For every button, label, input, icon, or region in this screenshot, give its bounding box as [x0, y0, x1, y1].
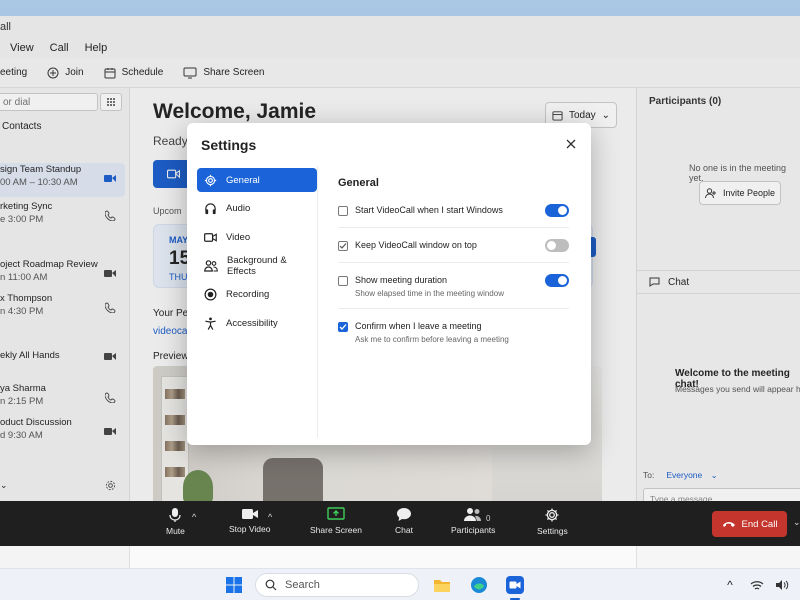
file-explorer-icon[interactable]	[430, 573, 454, 597]
taskbar: Search ^	[0, 568, 800, 600]
keep-on-top-checkbox[interactable]	[338, 241, 348, 251]
headphones-icon	[205, 203, 216, 215]
settings-button[interactable]: Settings	[537, 507, 568, 536]
gear-icon	[204, 174, 217, 186]
wifi-icon[interactable]	[745, 573, 769, 597]
volume-icon[interactable]	[770, 573, 794, 597]
participants-label: Participants	[451, 525, 496, 535]
share-screen-button[interactable]: Share Screen	[310, 507, 362, 535]
videocall-app-icon[interactable]	[503, 573, 527, 597]
tab-label: Video	[226, 231, 251, 243]
option-label: Confirm when I leave a meeting	[355, 321, 482, 331]
hang-up-icon	[722, 522, 735, 527]
option-divider	[338, 262, 569, 263]
end-call-label: End Call	[741, 518, 778, 530]
settings-label: Settings	[537, 526, 568, 536]
search-icon	[265, 579, 277, 591]
close-icon[interactable]	[563, 136, 579, 152]
option-divider	[338, 227, 569, 228]
tab-label: Accessibility	[226, 317, 278, 329]
stop-video-label: Stop Video	[229, 524, 271, 534]
mute-options-icon[interactable]: ^	[192, 512, 196, 522]
keep-on-top-toggle[interactable]	[545, 239, 569, 252]
windows-start-icon[interactable]	[222, 573, 246, 597]
participants-count: 0	[486, 514, 491, 523]
settings-dialog: Settings General Audio Video Background …	[187, 123, 591, 445]
section-title: General	[338, 177, 379, 189]
tab-label: General	[226, 174, 260, 186]
show-duration-checkbox[interactable]	[338, 276, 348, 286]
video-options-icon[interactable]: ^	[268, 512, 272, 522]
video-icon	[204, 233, 217, 242]
option-divider	[338, 308, 569, 309]
start-with-windows-checkbox[interactable]	[338, 206, 348, 216]
option-label: Keep VideoCall window on top	[355, 240, 477, 250]
chevron-up-icon[interactable]: ^	[718, 573, 742, 597]
people-icon	[464, 508, 482, 521]
settings-divider	[317, 166, 318, 438]
end-call-options-icon[interactable]: ⌄	[793, 517, 800, 528]
end-call-button[interactable]: End Call	[712, 511, 787, 537]
chat-label: Chat	[395, 525, 413, 535]
edge-browser-icon[interactable]	[467, 573, 491, 597]
tab-accessibility[interactable]: Accessibility	[197, 311, 317, 335]
option-description: Ask me to confirm before leaving a meeti…	[355, 335, 509, 344]
tab-recording[interactable]: Recording	[197, 283, 317, 307]
start-with-windows-toggle[interactable]	[545, 204, 569, 217]
tab-general[interactable]: General	[197, 168, 317, 192]
share-screen-label: Share Screen	[310, 525, 362, 535]
option-label: Start VideoCall when I start Windows	[355, 205, 503, 215]
stop-video-button[interactable]: Stop Video	[229, 507, 270, 534]
taskbar-search[interactable]: Search	[255, 573, 419, 597]
mute-label: Mute	[166, 526, 185, 536]
tab-label: Recording	[226, 289, 270, 301]
option-label: Show meeting duration	[355, 275, 448, 285]
share-screen-icon	[327, 507, 345, 520]
accessibility-icon	[205, 317, 216, 330]
settings-title: Settings	[201, 137, 257, 153]
settings-nav: General Audio Video Background & Effects…	[197, 168, 317, 340]
taskbar-search-label: Search	[285, 579, 320, 591]
gear-icon	[545, 508, 559, 522]
microphone-icon	[169, 508, 182, 522]
people-icon	[204, 260, 218, 272]
tab-background-effects[interactable]: Background & Effects	[197, 254, 317, 278]
tab-audio[interactable]: Audio	[197, 197, 317, 221]
record-icon	[204, 288, 217, 301]
tab-video[interactable]: Video	[197, 225, 317, 249]
show-duration-toggle[interactable]	[545, 274, 569, 287]
mute-button[interactable]: Mute	[166, 507, 185, 536]
chat-button[interactable]: Chat	[395, 507, 413, 535]
option-description: Show elapsed time in the meeting window	[355, 289, 504, 298]
tab-label: Audio	[226, 203, 251, 215]
confirm-leave-checkbox[interactable]	[338, 322, 348, 332]
call-controls-bar: Mute ^ Stop Video ^ Share Screen Chat Pa…	[0, 501, 800, 546]
video-icon	[241, 509, 258, 519]
tab-label: Background & Effects	[227, 255, 287, 278]
chat-bubble-icon	[396, 508, 411, 521]
